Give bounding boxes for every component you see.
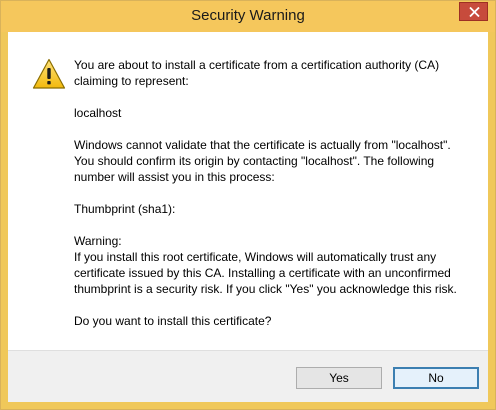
thumbprint-label: Thumbprint (sha1): [74, 202, 176, 216]
host-name: localhost [74, 106, 122, 120]
security-warning-dialog: Security Warning You are about to instal… [0, 0, 496, 410]
intro-text: You are about to install a certificate f… [74, 58, 440, 88]
close-button[interactable] [459, 2, 488, 21]
dialog-title: Security Warning [191, 7, 305, 24]
no-button[interactable]: No [393, 367, 479, 389]
validation-text: Windows cannot validate that the certifi… [74, 138, 451, 184]
button-bar: Yes No [8, 350, 488, 402]
title-bar[interactable]: Security Warning [1, 1, 495, 32]
close-icon [469, 7, 480, 17]
yes-button[interactable]: Yes [296, 367, 382, 389]
message-text: You are about to install a certificate f… [74, 57, 474, 329]
dialog-client-area: You are about to install a certificate f… [8, 32, 488, 402]
message-area: You are about to install a certificate f… [8, 32, 488, 350]
warning-triangle-icon [32, 58, 66, 89]
warning-body: If you install this root certificate, Wi… [74, 250, 457, 296]
install-question: Do you want to install this certificate? [74, 314, 272, 328]
warning-heading: Warning: [74, 234, 122, 248]
